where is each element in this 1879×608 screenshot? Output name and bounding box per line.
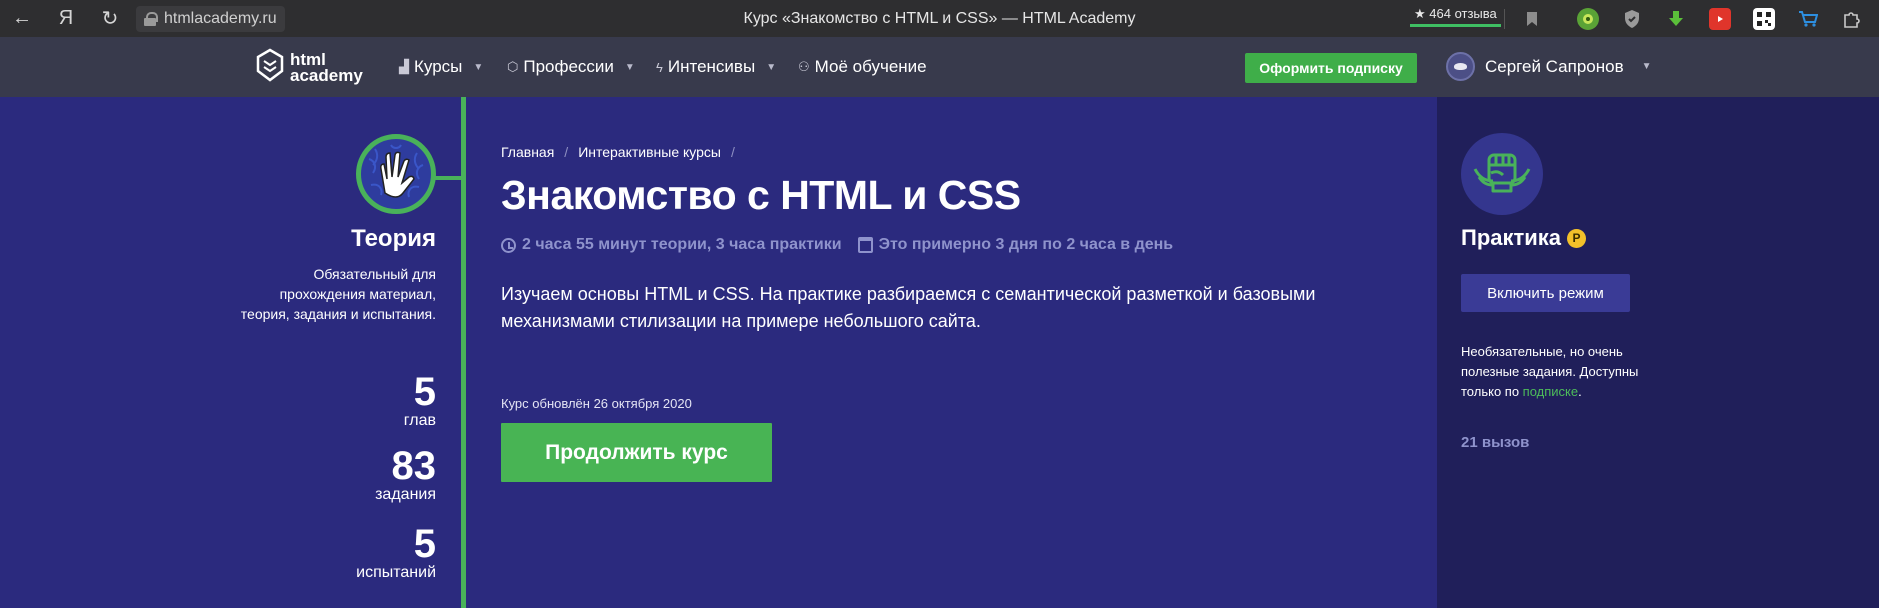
course-schedule: Это примерно 3 дня по 2 часа в день [878,236,1174,253]
fist-icon [1461,133,1543,215]
nav-label: Профессии [523,57,614,76]
stat-trials: 5 испытаний [356,524,436,582]
youtube-icon[interactable] [1709,8,1731,30]
nav-item-courses[interactable]: ▟ Курсы ▼ [399,37,483,97]
course-updated: Курс обновлён 26 октября 2020 [501,396,692,411]
reload-icon[interactable]: ↻ [88,0,132,37]
coin-icon: P [1567,228,1587,248]
logo-icon [256,48,284,87]
nav-item-my-learning[interactable]: ⚇ Моё обучение [798,37,927,97]
nav-item-intensives[interactable]: ϟ Интенсивы ▼ [656,37,776,97]
breadcrumb-separator: / [564,144,569,160]
stat-label: задания [375,486,436,503]
continue-course-button[interactable]: Продолжить курс [501,423,772,482]
stat-value: 83 [391,444,437,488]
practice-desc-end: . [1578,384,1582,399]
course-meta: 2 часа 55 минут теории, 3 часа практики … [501,236,1173,254]
course-duration: 2 часа 55 минут теории, 3 часа практики [522,236,842,253]
badge-connector [434,176,464,180]
breadcrumb-separator: / [731,144,735,160]
user-menu[interactable]: Сергей Сапронов ▼ [1446,52,1652,81]
user-name: Сергей Сапронов [1485,56,1624,76]
bars-icon: ▟ [399,59,409,74]
breadcrumb: Главная / Интерактивные курсы / [501,144,735,160]
yandex-icon[interactable]: Я [44,0,88,37]
enable-mode-button[interactable]: Включить режим [1461,274,1630,312]
download-icon[interactable] [1665,8,1687,30]
stat-label: глав [403,412,436,429]
stat-tasks: 83 задания [375,446,436,504]
breadcrumb-courses[interactable]: Интерактивные курсы [578,144,721,160]
breadcrumb-home[interactable]: Главная [501,144,554,160]
practice-title: Практика [1461,225,1562,250]
practice-calls: 21 вызов [1461,434,1530,451]
bolt-icon: ϟ [656,59,663,75]
subscription-link[interactable]: подписке [1523,384,1578,399]
people-icon: ⚇ [798,59,810,74]
chevron-down-icon: ▼ [1641,61,1652,72]
theory-description: Обязательный для прохождения материал, т… [240,266,436,322]
cart-icon[interactable] [1797,8,1819,30]
course-description: Изучаем основы HTML и CSS. На практике р… [501,284,1316,331]
theory-title: Теория [351,225,436,252]
stat-label: испытаний [356,564,436,581]
toolbar-separator [1504,9,1505,29]
address-bar[interactable]: htmlacademy.ru [136,5,285,32]
hand-icon [356,134,436,214]
nav-label: Курсы [414,57,463,76]
stat-chapters: 5 глав [404,372,436,430]
back-icon[interactable]: ← [0,0,44,37]
subscribe-button[interactable]: Оформить подписку [1245,53,1417,83]
logo-line-academy: academy [290,65,363,85]
url-text: htmlacademy.ru [164,9,277,27]
chevron-down-icon: ▼ [766,61,777,73]
avatar [1446,52,1475,81]
logo[interactable]: html academy [256,48,363,87]
lock-icon [144,11,158,26]
practice-description: Необязательные, но очень полезные задани… [1461,342,1651,402]
nav-label: Моё обучение [814,57,927,76]
nav-item-professions[interactable]: ⬡ Профессии ▼ [507,37,635,97]
stat-value: 5 [413,370,436,414]
extension-eye-icon[interactable] [1577,8,1599,30]
cap-icon: ⬡ [507,59,519,74]
nav-label: Интенсивы [667,57,756,76]
clock-icon [501,237,516,253]
qr-code-icon[interactable] [1753,8,1775,30]
calendar-icon [857,237,873,253]
stat-value: 5 [413,522,436,566]
chevron-down-icon: ▼ [624,61,635,73]
puzzle-icon[interactable] [1841,8,1863,30]
reviews-badge[interactable]: ★ 464 отзыва [1410,5,1501,27]
chevron-down-icon: ▼ [473,61,484,73]
bookmark-icon[interactable] [1521,8,1543,30]
page-title: Знакомство с HTML и CSS [501,172,1021,218]
practice-title-row: Практика P [1461,225,1587,251]
shield-icon[interactable] [1621,8,1643,30]
